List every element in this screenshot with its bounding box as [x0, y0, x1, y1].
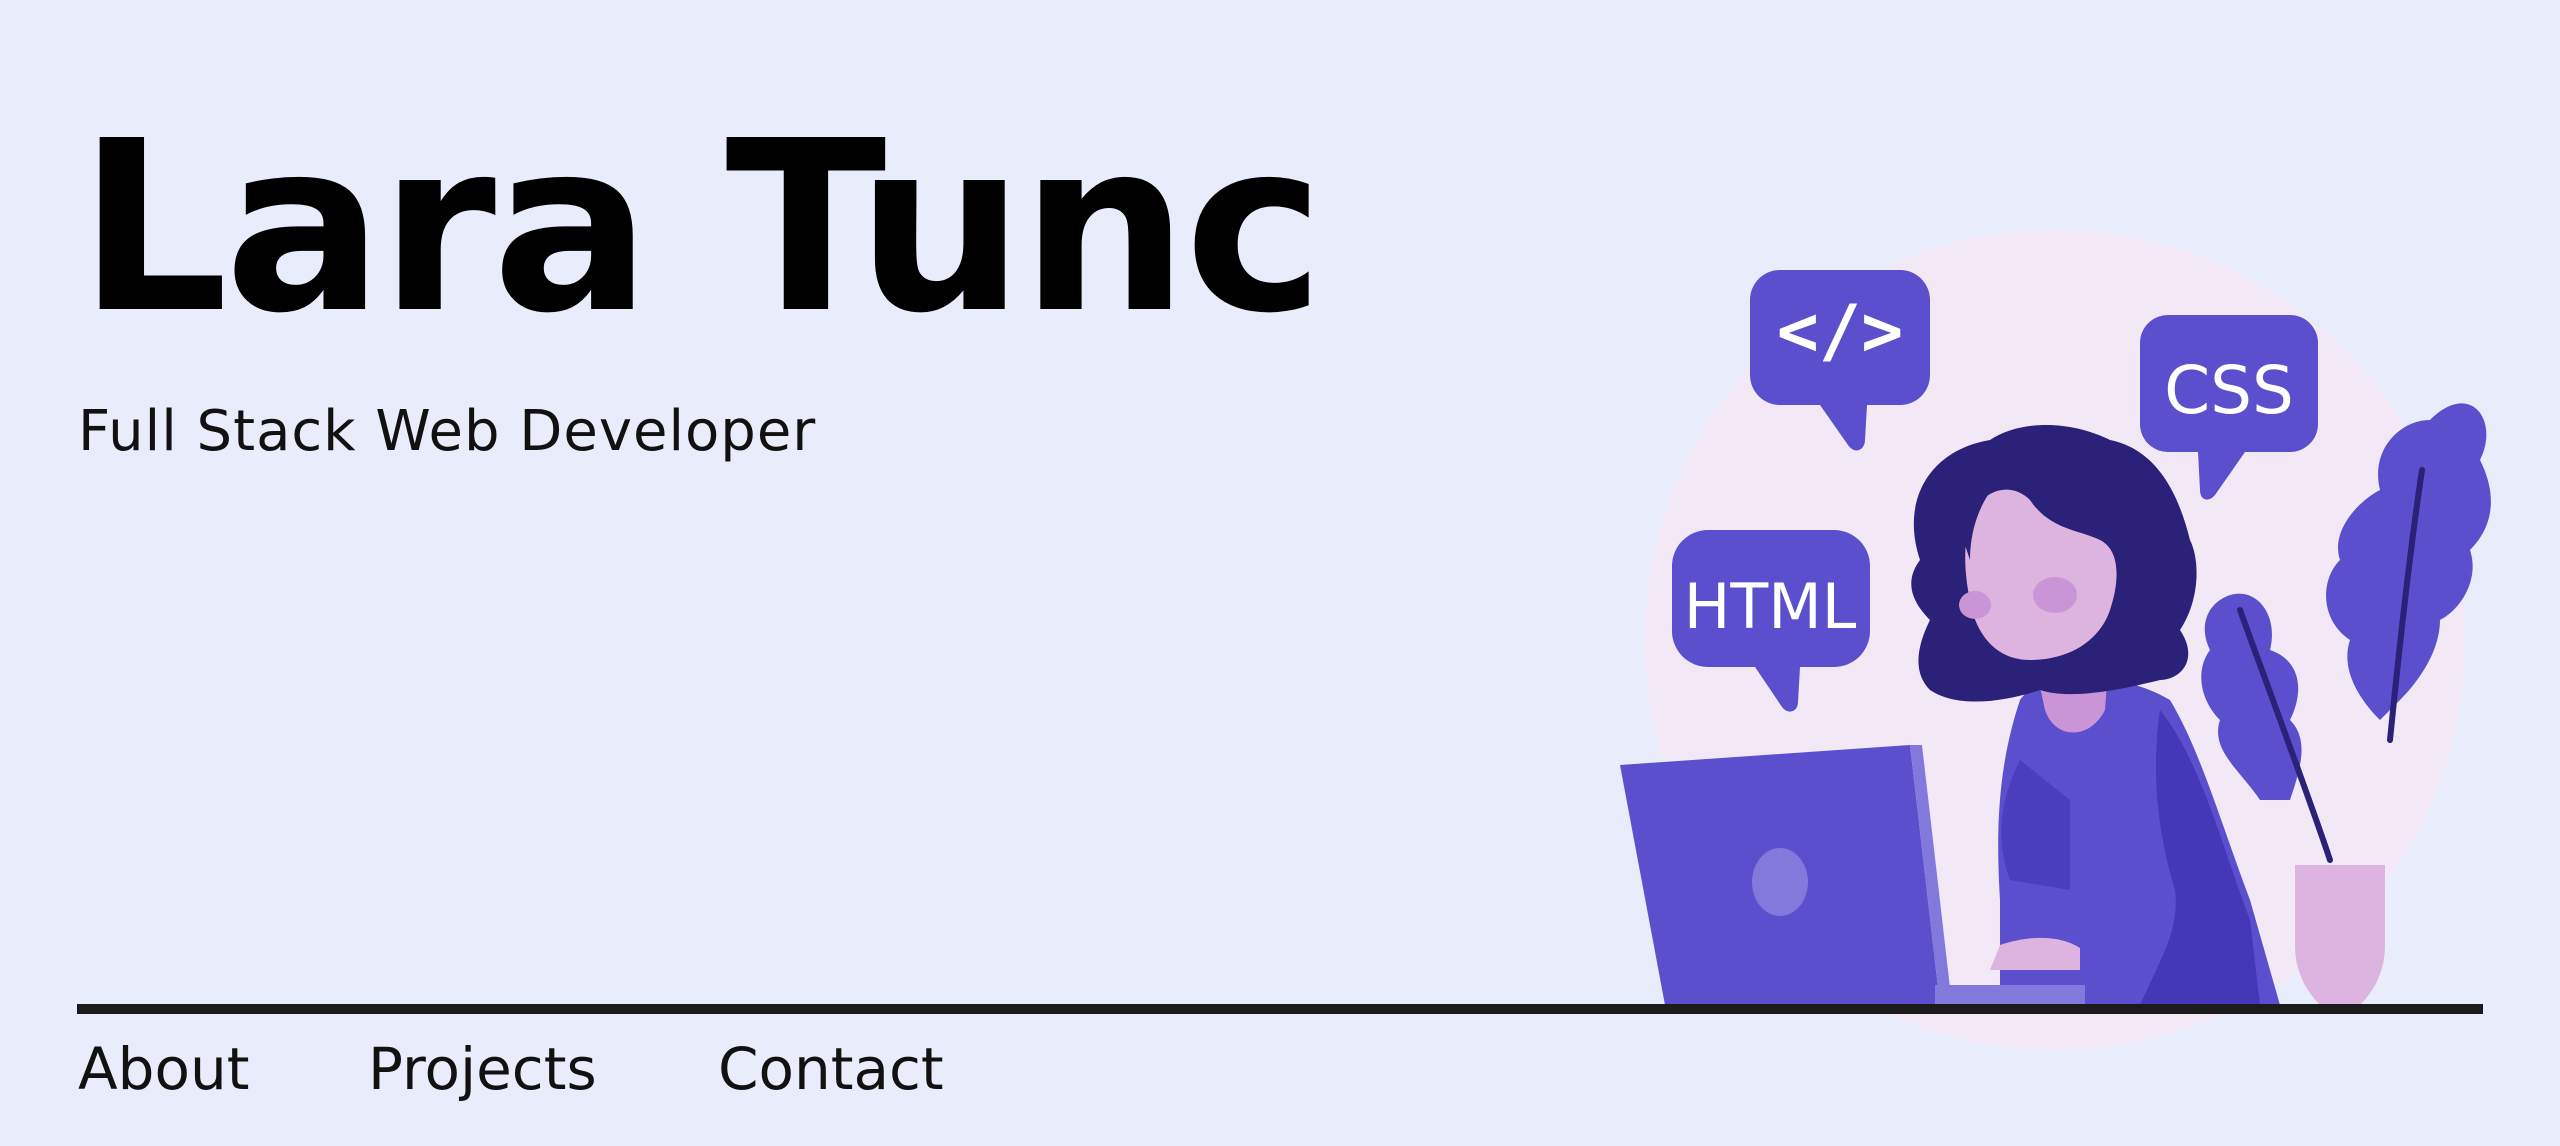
page-title: Lara Tunc	[78, 90, 1324, 365]
nav-about-link[interactable]: About	[78, 1040, 249, 1098]
nav-projects-link[interactable]: Projects	[368, 1040, 597, 1098]
page-subtitle: Full Stack Web Developer	[78, 399, 817, 464]
divider	[77, 1004, 2483, 1014]
developer-illustration: </> CSS HTML	[1620, 230, 2491, 1050]
code-bubble-text: </>	[1777, 290, 1903, 372]
html-bubble-text: HTML	[1684, 570, 1857, 643]
nav-contact-link[interactable]: Contact	[718, 1040, 944, 1098]
css-bubble-text: CSS	[2164, 352, 2294, 429]
